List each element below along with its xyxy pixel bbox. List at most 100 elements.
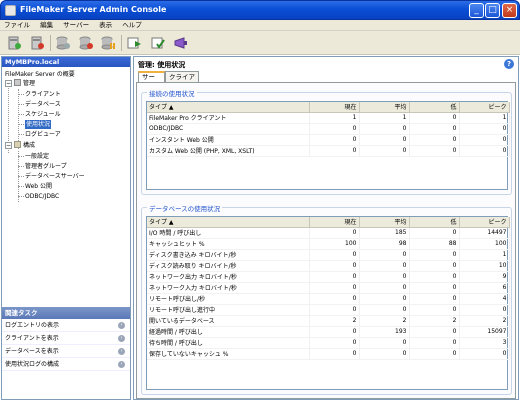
table-row[interactable]: ディスク書き込み キロバイト/秒 0 0 0 1 xyxy=(147,249,510,261)
table-row[interactable]: 保存していないキャッシュ % 0 0 0 0 xyxy=(147,348,510,360)
minimize-button[interactable]: _ xyxy=(469,3,484,18)
help-icon[interactable]: ? xyxy=(504,59,514,69)
expand-config-icon[interactable]: − xyxy=(5,142,12,149)
close-database-icon[interactable] xyxy=(78,35,94,51)
tree-item-admin-groups[interactable]: 管理者グループ xyxy=(25,162,67,171)
cell-average: 0 xyxy=(359,282,410,294)
tree-item-schedules[interactable]: スケジュール xyxy=(25,110,61,119)
tree-item-log-viewer[interactable]: ログビューア xyxy=(25,130,61,139)
close-button[interactable]: × xyxy=(502,3,517,18)
tree-item-database-server[interactable]: データベースサーバー xyxy=(25,172,85,181)
column-header-low[interactable]: 低 xyxy=(409,217,460,228)
open-database-icon[interactable] xyxy=(55,35,71,51)
table-row[interactable]: ネットワーク出力 キロバイト/秒 0 0 0 9 xyxy=(147,271,510,283)
column-header-current[interactable]: 現在 xyxy=(309,217,360,228)
tree-item-odbc-jdbc[interactable]: ODBC/JDBC xyxy=(25,192,59,201)
stop-server-icon[interactable] xyxy=(29,35,45,51)
tree-item-admin[interactable]: 管理 xyxy=(14,79,35,88)
tree-item-config[interactable]: 構成 xyxy=(14,141,35,150)
menu-server[interactable]: サーバー xyxy=(59,20,93,31)
table-row[interactable]: キャッシュヒット % 100 98 88 100 xyxy=(147,238,510,250)
cell-average: 0 xyxy=(359,337,410,349)
cell-low: 0 xyxy=(409,271,460,283)
tab-clients[interactable]: クライアント xyxy=(165,71,199,91)
cell-peak: 0 xyxy=(459,304,510,316)
chevron-right-icon: › xyxy=(118,322,125,329)
table-row[interactable]: ODBC/JDBC 0 0 0 0 xyxy=(147,123,510,135)
table-row[interactable]: ディスク読み取り キロバイト/秒 0 0 0 10 xyxy=(147,260,510,272)
cell-type: 経過時間 / 呼び出し xyxy=(147,326,310,338)
maximize-button[interactable]: □ xyxy=(485,3,500,18)
cell-peak: 0 xyxy=(459,134,510,146)
table-row[interactable]: 開いているデータベース 2 2 2 2 xyxy=(147,315,510,327)
start-server-icon[interactable] xyxy=(6,35,22,51)
database-usage-table[interactable]: タイプ ▲ 現在 平均 低 ピーク I/O 時間 / 呼び出し 0 185 0 1449… xyxy=(146,216,510,390)
title-bar[interactable]: FileMaker Server Admin Console _ □ × xyxy=(0,0,520,20)
send-message-icon[interactable] xyxy=(173,35,189,51)
cell-current: 0 xyxy=(309,304,360,316)
tree-item-clients[interactable]: クライアント xyxy=(25,90,61,99)
task-view-clients[interactable]: クライアントを表示 › xyxy=(2,332,130,345)
column-header-type[interactable]: タイプ ▲ xyxy=(147,217,310,228)
cell-average: 0 xyxy=(359,293,410,305)
window-title: FileMaker Server Admin Console xyxy=(20,5,167,14)
left-panel: MyMBPro.local FileMaker Server の概要 − 管理 … xyxy=(1,56,131,400)
cell-type: 開いているデータベース xyxy=(147,315,310,327)
table-row[interactable]: ネットワーク入力 キロバイト/秒 0 0 0 6 xyxy=(147,282,510,294)
column-header-current[interactable]: 現在 xyxy=(309,102,360,113)
cell-average: 193 xyxy=(359,326,410,338)
task-view-databases[interactable]: データベースを表示 › xyxy=(2,345,130,358)
tree-item-databases[interactable]: データベース xyxy=(25,100,61,109)
table-row[interactable]: リモート呼び出し進行中 0 0 0 0 xyxy=(147,304,510,316)
table-row[interactable]: FileMaker Pro クライアント 1 1 0 1 xyxy=(147,112,510,124)
related-tasks-header: 関連タスク xyxy=(2,307,130,319)
table-row[interactable]: インスタント Web 公開 0 0 0 0 xyxy=(147,134,510,146)
column-header-average[interactable]: 平均 xyxy=(359,102,410,113)
cell-peak: 100 xyxy=(459,238,510,250)
cell-current: 0 xyxy=(309,326,360,338)
tree-item-general-settings[interactable]: 一般設定 xyxy=(25,152,49,161)
pause-database-icon[interactable] xyxy=(100,35,116,51)
table-row[interactable]: I/O 時間 / 呼び出し 0 185 0 14497 xyxy=(147,227,510,239)
menu-file[interactable]: ファイル xyxy=(0,20,34,31)
menu-edit[interactable]: 編集 xyxy=(36,20,57,31)
column-header-peak[interactable]: ピーク xyxy=(459,217,510,228)
table-row[interactable]: 経過時間 / 呼び出し 0 193 0 15097 xyxy=(147,326,510,338)
cell-peak: 3 xyxy=(459,337,510,349)
table-row[interactable]: 待ち時間 / 呼び出し 0 0 0 3 xyxy=(147,337,510,349)
menu-view[interactable]: 表示 xyxy=(95,20,116,31)
column-header-peak[interactable]: ピーク xyxy=(459,102,510,113)
column-header-average[interactable]: 平均 xyxy=(359,217,410,228)
resume-database-icon[interactable] xyxy=(126,35,142,51)
related-tasks-panel: 関連タスク ログエントリの表示 › クライアントを表示 › データベースを表示 › 使… xyxy=(2,307,130,399)
app-icon xyxy=(5,5,16,16)
cell-average: 0 xyxy=(359,304,410,316)
expand-admin-icon[interactable]: − xyxy=(5,80,12,87)
table-row[interactable]: カスタム Web 公開 (PHP, XML, XSLT) 0 0 0 0 xyxy=(147,145,510,157)
column-header-type[interactable]: タイプ ▲ xyxy=(147,102,310,113)
menu-help[interactable]: ヘルプ xyxy=(118,20,146,31)
tree-item-statistics[interactable]: 使用状況 xyxy=(25,120,52,129)
cell-low: 88 xyxy=(409,238,460,250)
task-view-log-entries[interactable]: ログエントリの表示 › xyxy=(2,319,130,332)
connections-usage-table[interactable]: タイプ ▲ 現在 平均 低 ピーク FileMaker Pro クライアント 1… xyxy=(146,101,510,190)
cell-peak: 0 xyxy=(459,145,510,157)
cell-type: リモート呼び出し/秒 xyxy=(147,293,310,305)
cell-low: 0 xyxy=(409,123,460,135)
cell-peak: 6 xyxy=(459,282,510,294)
cell-current: 0 xyxy=(309,282,360,294)
column-header-low[interactable]: 低 xyxy=(409,102,460,113)
cell-current: 0 xyxy=(309,348,360,360)
table-row[interactable]: リモート呼び出し/秒 0 0 0 4 xyxy=(147,293,510,305)
cell-current: 0 xyxy=(309,249,360,261)
task-configure-usage-log[interactable]: 使用状況ログの構成 › xyxy=(2,358,130,371)
cell-type: ディスク書き込み キロバイト/秒 xyxy=(147,249,310,261)
cell-average: 0 xyxy=(359,145,410,157)
cell-peak: 9 xyxy=(459,271,510,283)
cell-current: 2 xyxy=(309,315,360,327)
verify-database-icon[interactable] xyxy=(150,35,166,51)
cell-type: ODBC/JDBC xyxy=(147,123,310,135)
tree-item-web-publishing[interactable]: Web 公開 xyxy=(25,182,52,191)
cell-current: 0 xyxy=(309,123,360,135)
tree-item-overview[interactable]: FileMaker Server の概要 xyxy=(5,70,75,79)
